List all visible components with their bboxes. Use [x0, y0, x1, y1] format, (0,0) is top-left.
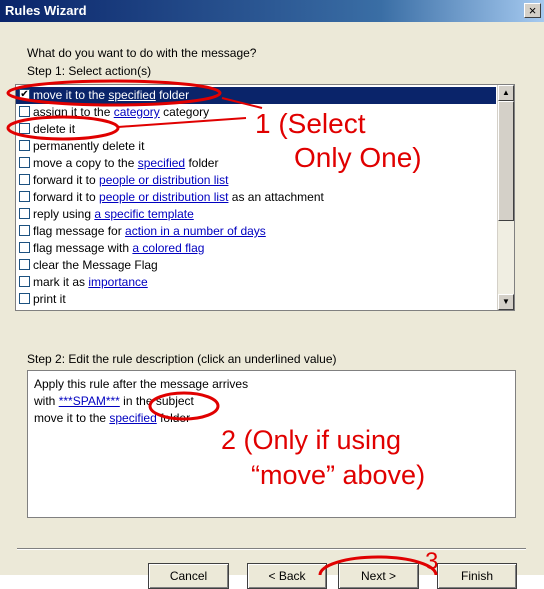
action-link[interactable]: people or distribution list [99, 173, 228, 187]
checkbox-icon[interactable] [19, 208, 30, 219]
scroll-up-icon[interactable]: ▲ [498, 85, 514, 101]
annotation-3: 3 [425, 548, 439, 575]
action-row[interactable]: ✔ move it to the specified folder [16, 87, 496, 104]
action-text: as an attachment [228, 190, 324, 204]
step1-label: Step 1: Select action(s) [27, 64, 152, 78]
close-icon[interactable]: × [524, 3, 541, 18]
action-text: flag message for [33, 224, 126, 238]
action-text: reply using [33, 207, 95, 221]
checkbox-icon[interactable] [19, 174, 30, 185]
action-label: flag message for action in a number of d… [33, 223, 266, 240]
finish-button[interactable]: Finish [437, 563, 517, 589]
description-line-2: with ***SPAM*** in the subject [34, 394, 194, 408]
action-text: forward it to [33, 173, 100, 187]
action-label: mark it as importance [33, 274, 148, 291]
action-text: assign it to the [33, 105, 114, 119]
action-label: print it [33, 291, 66, 308]
button-separator [17, 548, 526, 550]
action-row[interactable]: permanently delete it [16, 138, 496, 155]
checkbox-icon[interactable] [19, 157, 30, 168]
action-label: forward it to people or distribution lis… [33, 172, 228, 189]
specified-folder-link[interactable]: specified [109, 411, 156, 425]
action-text: mark it as [33, 275, 89, 289]
cancel-button[interactable]: Cancel [148, 563, 229, 589]
back-button[interactable]: < Back [247, 563, 327, 589]
checkbox-icon[interactable] [19, 242, 30, 253]
action-text: delete it [33, 122, 76, 136]
action-link[interactable]: a specific template [94, 207, 193, 221]
annotation-1-line2: Only One) [294, 142, 422, 173]
action-row[interactable]: print it [16, 291, 496, 308]
action-text: folder [155, 88, 190, 102]
action-text: move it to the [33, 88, 109, 102]
action-link[interactable]: people or distribution list [99, 190, 228, 204]
window-title: Rules Wizard [5, 3, 87, 18]
checkbox-icon[interactable] [19, 106, 30, 117]
action-label: forward it to people or distribution lis… [33, 189, 324, 206]
vertical-scrollbar[interactable]: ▲ ▼ [497, 85, 514, 310]
action-label: flag message with a colored flag [33, 240, 204, 257]
scroll-thumb[interactable] [498, 101, 514, 221]
action-row[interactable]: flag message with a colored flag [16, 240, 496, 257]
action-text: print it [33, 292, 66, 306]
action-label: permanently delete it [33, 138, 144, 155]
checkbox-icon[interactable] [19, 293, 30, 304]
next-button[interactable]: Next > [338, 563, 419, 589]
checkbox-icon[interactable] [19, 259, 30, 270]
action-row[interactable]: forward it to people or distribution lis… [16, 189, 496, 206]
action-label: reply using a specific template [33, 206, 194, 223]
action-link[interactable]: category [114, 105, 160, 119]
action-label: assign it to the category category [33, 104, 209, 121]
scroll-down-icon[interactable]: ▼ [498, 294, 514, 310]
action-row[interactable]: forward it to people or distribution lis… [16, 172, 496, 189]
checkbox-icon[interactable] [19, 191, 30, 202]
spam-keyword-link[interactable]: ***SPAM*** [59, 394, 120, 408]
description-line-1: Apply this rule after the message arrive… [34, 377, 249, 391]
checkbox-checked-icon[interactable]: ✔ [19, 89, 30, 100]
action-label: delete it [33, 121, 75, 138]
action-row[interactable]: clear the Message Flag [16, 257, 496, 274]
description-text: in the subject [119, 394, 194, 408]
action-row[interactable]: flag message for action in a number of d… [16, 223, 496, 240]
description-text: move it to the [34, 411, 110, 425]
action-row[interactable]: move a copy to the specified folder [16, 155, 496, 172]
action-text: folder [185, 156, 219, 170]
action-text: flag message with [33, 241, 133, 255]
action-text: move a copy to the [33, 156, 138, 170]
checkbox-icon[interactable] [19, 276, 30, 287]
step2-label: Step 2: Edit the rule description (click… [27, 352, 337, 366]
action-link[interactable]: importance [88, 275, 147, 289]
action-link[interactable]: specified [108, 88, 155, 102]
action-row[interactable]: reply using a specific template [16, 206, 496, 223]
action-text: clear the Message Flag [33, 258, 158, 272]
checkbox-icon[interactable] [19, 225, 30, 236]
action-text: permanently delete it [33, 139, 145, 153]
rules-wizard-dialog: Rules Wizard × What do you want to do wi… [0, 0, 544, 589]
checkbox-icon[interactable] [19, 140, 30, 151]
checkbox-icon[interactable] [19, 123, 30, 134]
description-line-3: move it to the specified folder [34, 411, 190, 425]
title-bar: Rules Wizard × [0, 0, 544, 22]
description-text: folder [156, 411, 191, 425]
action-row[interactable]: mark it as importance [16, 274, 496, 291]
action-link[interactable]: a colored flag [132, 241, 204, 255]
action-text: forward it to [33, 190, 100, 204]
description-text: with [34, 394, 59, 408]
annotation-2-line2: “move” above) [251, 460, 426, 490]
prompt-label: What do you want to do with the message? [27, 46, 257, 60]
annotation-2-line1: 2 (Only if using [221, 425, 402, 455]
action-label: clear the Message Flag [33, 257, 158, 274]
action-link[interactable]: action in a number of days [125, 224, 266, 238]
action-link[interactable]: specified [138, 156, 185, 170]
annotation-1-line1: 1 (Select [255, 108, 366, 139]
action-label: move a copy to the specified folder [33, 155, 218, 172]
action-text: category [159, 105, 210, 119]
action-label: move it to the specified folder [33, 87, 189, 104]
